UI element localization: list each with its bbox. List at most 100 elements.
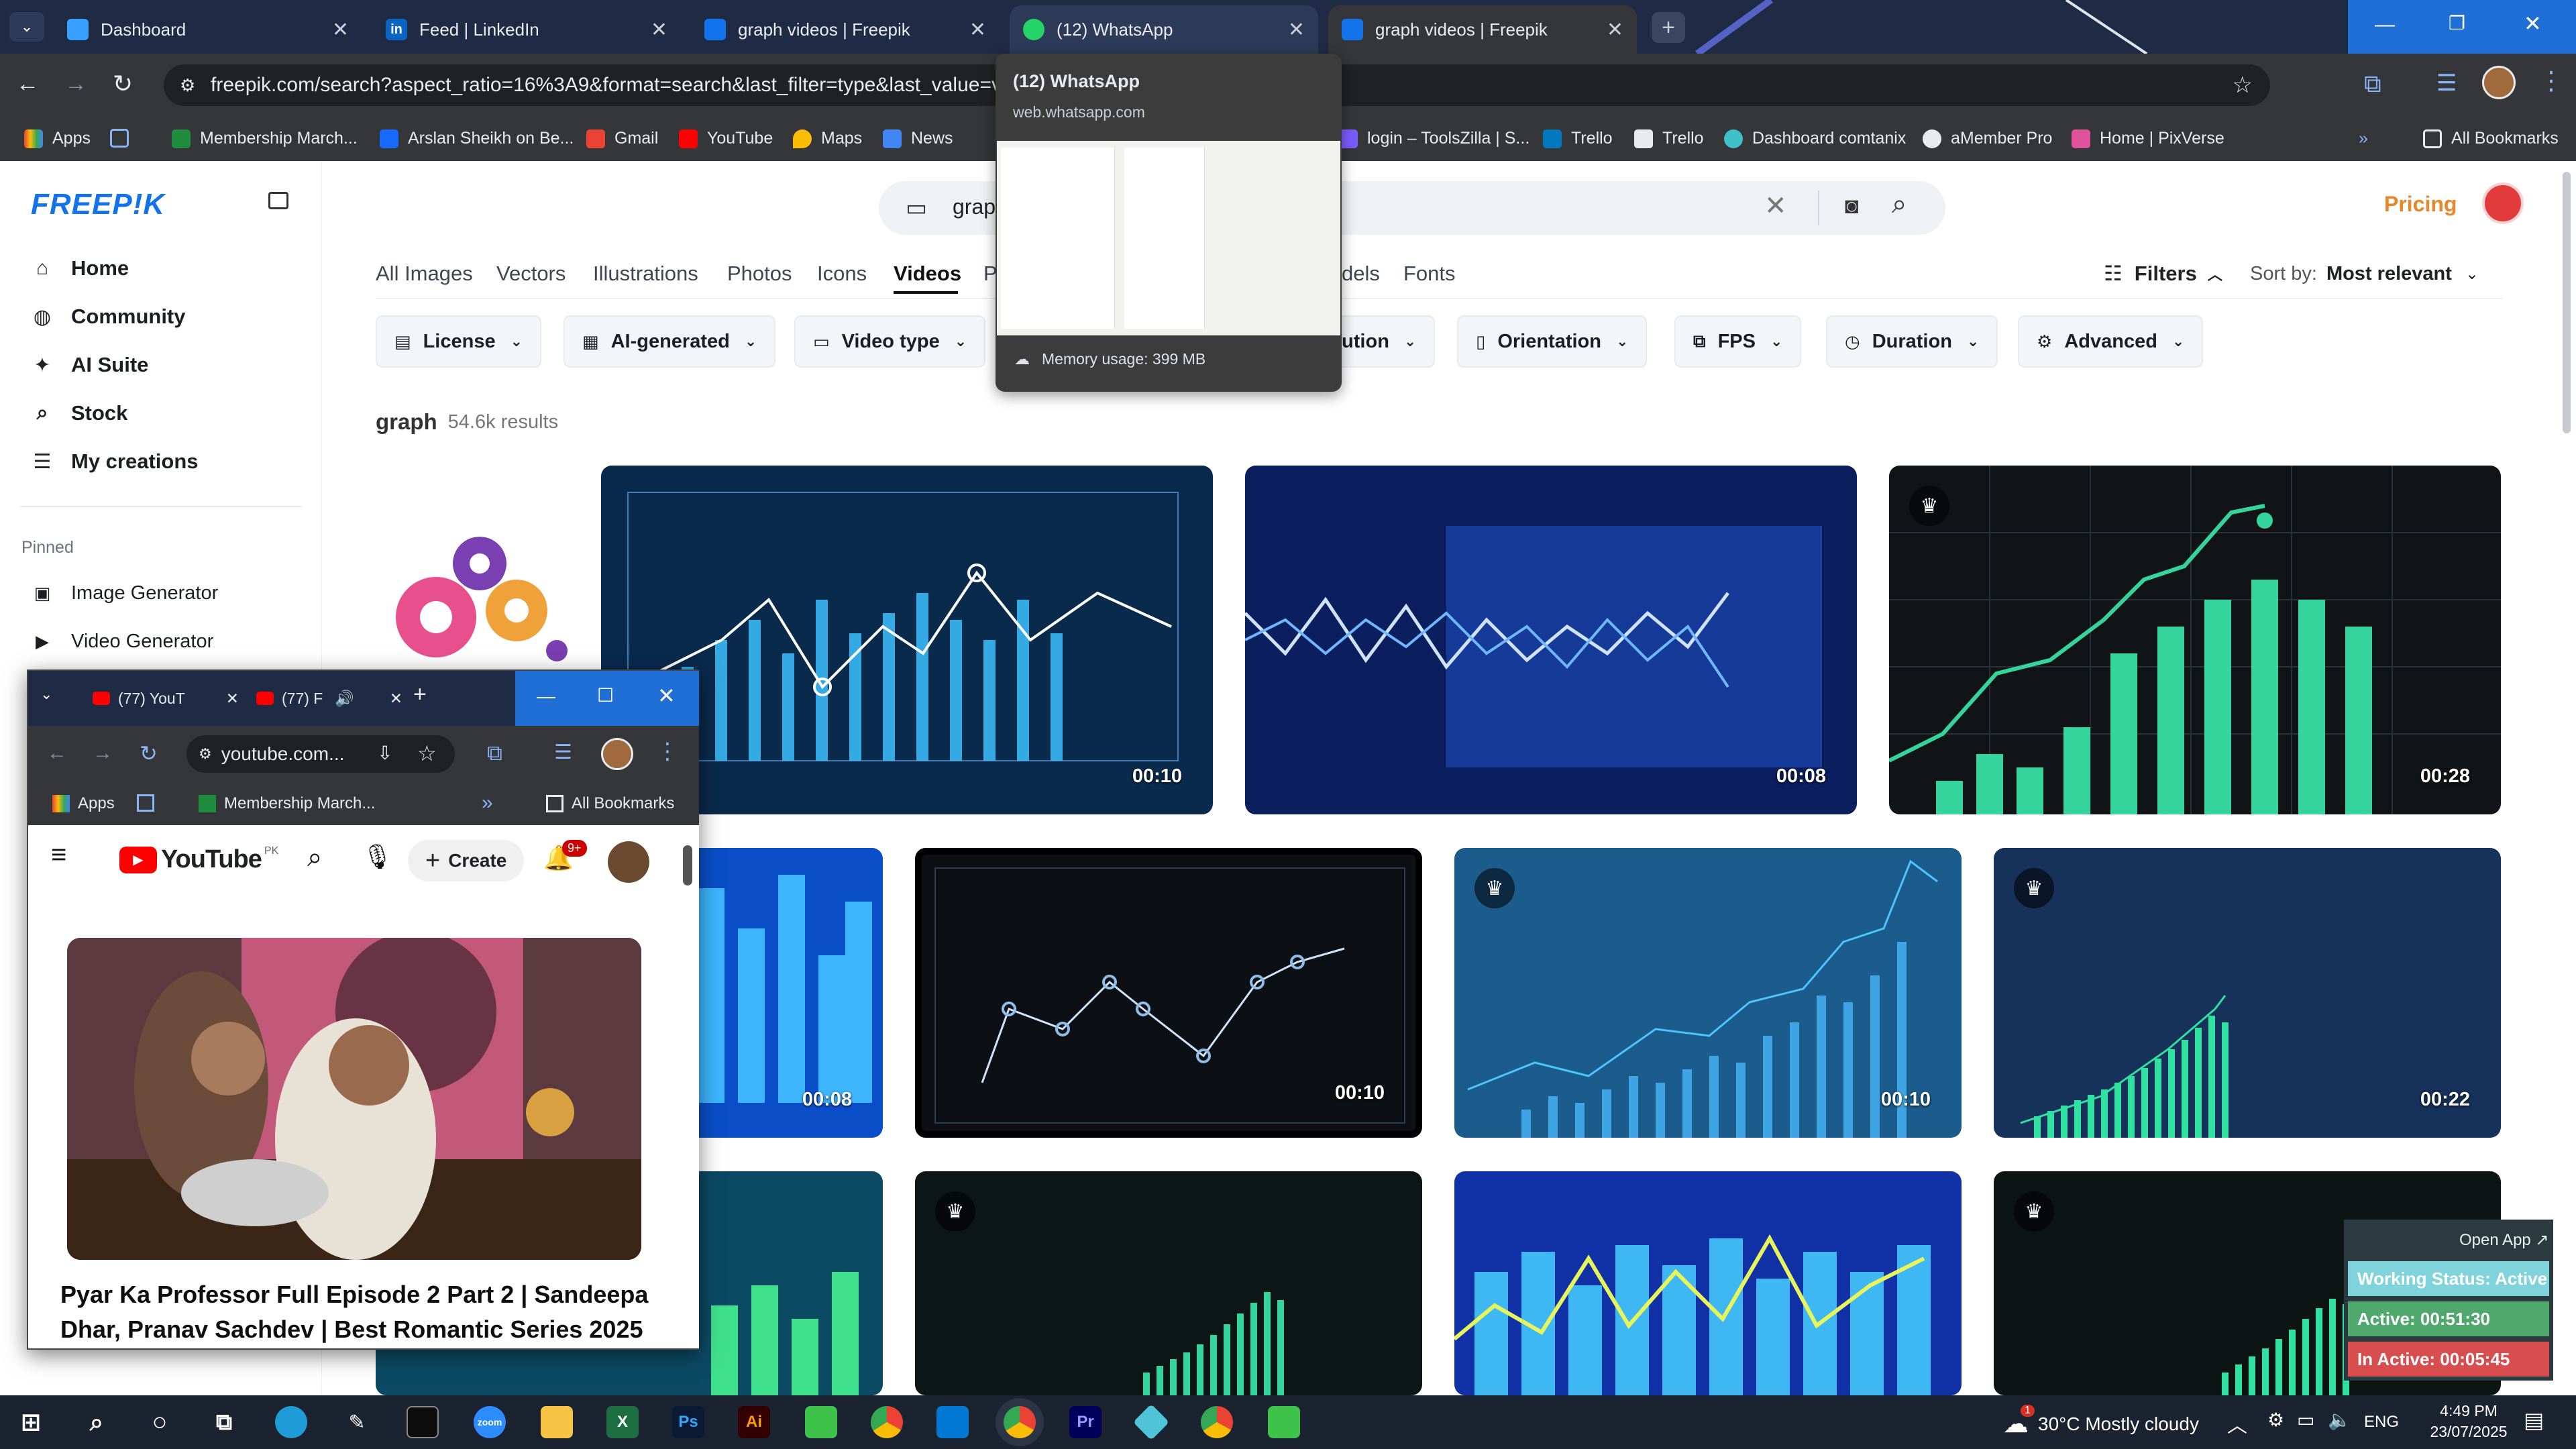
- new-tab-button[interactable]: +: [413, 682, 427, 708]
- edge-icon[interactable]: [275, 1406, 307, 1438]
- nav-stock[interactable]: ⌕ Stock: [32, 401, 128, 425]
- bookmark-star-icon[interactable]: ☆: [417, 741, 437, 766]
- tab-linkedin[interactable]: in Feed | LinkedIn ✕: [372, 5, 681, 54]
- filters-button[interactable]: ☷ Filters ︿: [2104, 262, 2222, 286]
- sidebar-toggle-icon[interactable]: [268, 192, 288, 209]
- chip-orientation[interactable]: ▯ Orientation ⌄: [1457, 315, 1648, 368]
- bookmarks-overflow-icon[interactable]: »: [2359, 129, 2368, 148]
- premiere-icon[interactable]: Pr: [1069, 1406, 1102, 1438]
- pen-icon[interactable]: ✎: [341, 1406, 373, 1438]
- tab-dashboard[interactable]: Dashboard ✕: [54, 5, 362, 54]
- chip-advanced[interactable]: ⚙ Advanced ⌄: [2018, 315, 2204, 368]
- minimize-icon[interactable]: —: [537, 686, 555, 707]
- clear-icon[interactable]: ✕: [1764, 191, 1787, 221]
- bookmark-trello-1[interactable]: Trello: [1543, 129, 1613, 148]
- yt-scrollbar[interactable]: [683, 845, 692, 885]
- cortana-icon[interactable]: ○: [144, 1406, 176, 1438]
- tab-3d-models[interactable]: dels: [1342, 262, 1380, 286]
- tab-whatsapp[interactable]: (12) WhatsApp ✕: [1010, 5, 1318, 54]
- reload-icon[interactable]: ↻: [113, 70, 133, 98]
- video-thumb-2[interactable]: 00:08: [1245, 466, 1857, 814]
- video-thumb-5[interactable]: 00:10: [915, 848, 1422, 1138]
- pinned-video-generator[interactable]: ▶ Video Generator: [32, 631, 213, 653]
- bookmark-all[interactable]: All Bookmarks: [2423, 129, 2559, 148]
- tab-fonts[interactable]: Fonts: [1403, 262, 1456, 286]
- restore-icon[interactable]: ☐: [597, 684, 614, 706]
- bookmark-trello-2[interactable]: Trello: [1634, 129, 1704, 148]
- chip-duration[interactable]: ◷ Duration ⌄: [1826, 315, 1998, 368]
- tray-chevron-icon[interactable]: ︿: [2227, 1409, 2247, 1438]
- video-thumb-3[interactable]: ♛ 00:28: [1889, 466, 2501, 814]
- nav-my-creations[interactable]: ☰ My creations: [32, 449, 199, 474]
- chrome-active-icon[interactable]: [1004, 1406, 1036, 1438]
- video-thumb-9[interactable]: ♛: [915, 1171, 1422, 1395]
- site-info-icon[interactable]: ⚙: [180, 64, 195, 106]
- media-control-icon[interactable]: ☰: [554, 741, 572, 764]
- tab-icons[interactable]: Icons: [817, 262, 867, 286]
- close-window-icon[interactable]: ✕: [2524, 11, 2542, 36]
- bookmark-star-icon[interactable]: ☆: [2225, 64, 2253, 106]
- close-window-icon[interactable]: ✕: [657, 683, 676, 708]
- terminal-icon[interactable]: [407, 1406, 439, 1438]
- chrome-icon[interactable]: [871, 1406, 903, 1438]
- bookmarks-overflow-icon[interactable]: »: [482, 792, 493, 814]
- tab-illustrations[interactable]: Illustrations: [593, 262, 698, 286]
- chip-ai-generated[interactable]: ▦ AI-generated ⌄: [564, 315, 776, 368]
- extensions-icon[interactable]: ⧉: [2364, 70, 2381, 99]
- bookmark-membership[interactable]: Membership March...: [199, 794, 375, 813]
- phone-app-icon[interactable]: [1268, 1406, 1300, 1438]
- camera-search-icon[interactable]: ◙: [1845, 193, 1859, 219]
- pricing-link[interactable]: Pricing: [2384, 192, 2457, 217]
- illustrator-icon[interactable]: Ai: [738, 1406, 770, 1438]
- hamburger-menu-icon[interactable]: ≡: [51, 840, 66, 870]
- video-thumb-6[interactable]: ♛ 00:10: [1454, 848, 1962, 1138]
- page-scrollbar[interactable]: [2563, 172, 2571, 433]
- create-button[interactable]: + Create: [408, 840, 525, 881]
- language-indicator[interactable]: ENG: [2364, 1413, 2399, 1432]
- excel-icon[interactable]: X: [606, 1406, 639, 1438]
- reload-icon[interactable]: ↻: [140, 741, 158, 766]
- close-icon[interactable]: ✕: [969, 18, 986, 42]
- video-title[interactable]: Pyar Ka Professor Full Episode 2 Part 2 …: [60, 1277, 664, 1347]
- bookmark-dashboard-comtanix[interactable]: Dashboard comtanix: [1724, 129, 1906, 148]
- bookmark-news[interactable]: News: [883, 129, 953, 148]
- pinned-image-generator[interactable]: ▣ Image Generator: [32, 582, 219, 604]
- bookmark-apps[interactable]: Apps: [24, 129, 91, 148]
- back-icon[interactable]: ←: [16, 71, 39, 97]
- zoom-icon[interactable]: zoom: [474, 1406, 506, 1438]
- close-icon[interactable]: ✕: [1288, 18, 1305, 42]
- file-explorer-icon[interactable]: [541, 1406, 573, 1438]
- sort-dropdown[interactable]: Sort by: Most relevant ⌄: [2250, 263, 2479, 285]
- close-icon[interactable]: ✕: [1607, 18, 1623, 42]
- open-app-link[interactable]: Open App ↗: [2459, 1230, 2549, 1250]
- bookmark-all[interactable]: All Bookmarks: [546, 794, 674, 813]
- chip-license[interactable]: ▤ License ⌄: [376, 315, 542, 368]
- yt-avatar[interactable]: [608, 841, 649, 883]
- nav-home[interactable]: ⌂ Home: [32, 256, 129, 280]
- notification-center-icon[interactable]: ▤: [2524, 1407, 2544, 1433]
- chip-video-type[interactable]: ▭ Video type ⌄: [794, 315, 986, 368]
- tab-freepik-active[interactable]: graph videos | Freepik ✕: [1328, 5, 1637, 54]
- bookmark-toolszilla[interactable]: login – ToolsZilla | S...: [1339, 129, 1529, 148]
- bookmark-pixverse[interactable]: Home | PixVerse: [2072, 129, 2224, 148]
- bookmark-behance[interactable]: Arslan Sheikh on Be...: [380, 129, 574, 148]
- volume-icon[interactable]: 🔈: [2328, 1409, 2351, 1431]
- menu-dots-icon[interactable]: ⋮: [2538, 66, 2564, 96]
- forward-icon[interactable]: →: [64, 71, 87, 97]
- close-icon[interactable]: ✕: [226, 690, 251, 708]
- nav-ai-suite[interactable]: ✦ AI Suite: [32, 353, 148, 377]
- extensions-icon[interactable]: ⧉: [487, 741, 502, 766]
- mic-icon[interactable]: 🎙: [362, 843, 393, 871]
- profile-avatar[interactable]: [2482, 66, 2516, 99]
- back-icon[interactable]: ←: [47, 742, 67, 765]
- install-icon[interactable]: ⇩: [377, 742, 392, 764]
- bookmark-apps[interactable]: Apps: [52, 794, 115, 813]
- tab-search-button[interactable]: ⌄: [9, 12, 44, 42]
- nav-community[interactable]: ◍ Community: [32, 305, 186, 329]
- windows-start-icon[interactable]: ⊞: [15, 1406, 47, 1438]
- tab-videos[interactable]: Videos: [894, 262, 961, 286]
- video-thumbnail[interactable]: [67, 938, 641, 1260]
- photoshop-icon[interactable]: Ps: [672, 1406, 704, 1438]
- tray-app-icon[interactable]: ⚙: [2267, 1409, 2284, 1431]
- app-diamond-icon[interactable]: [1132, 1403, 1170, 1441]
